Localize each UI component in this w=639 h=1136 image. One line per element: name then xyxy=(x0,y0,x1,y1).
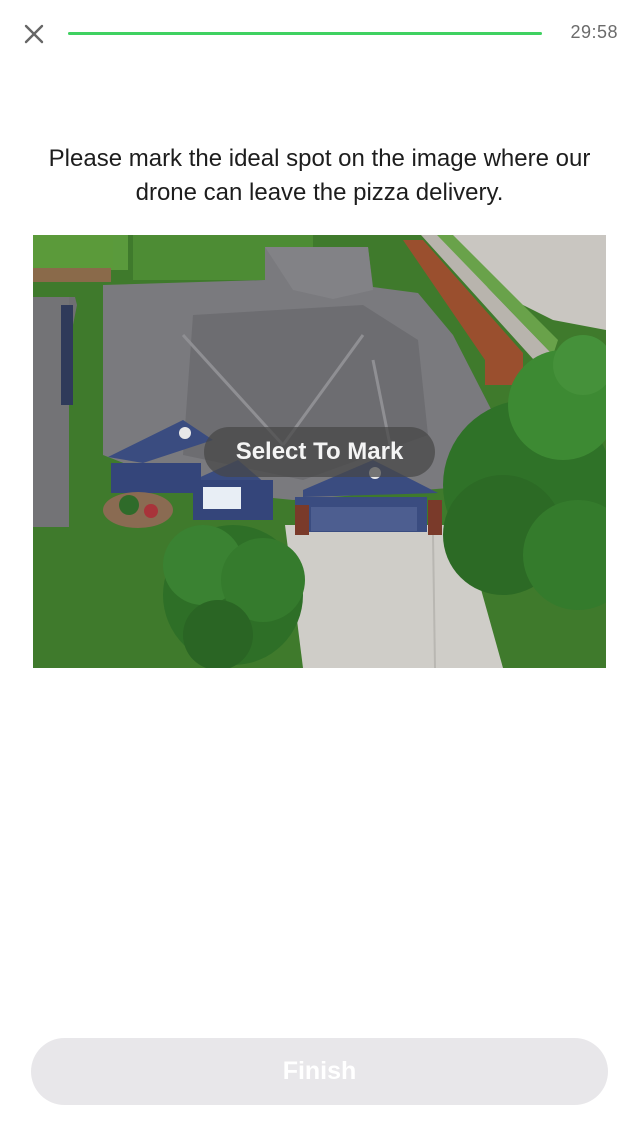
finish-button[interactable]: Finish xyxy=(31,1038,608,1105)
countdown-timer: 29:58 xyxy=(570,22,618,42)
select-to-mark-overlay[interactable]: Select To Mark xyxy=(204,427,435,477)
close-button[interactable] xyxy=(18,18,50,50)
top-bar: 29:58 xyxy=(0,0,639,70)
progress-fill xyxy=(68,32,542,35)
progress-bar xyxy=(68,32,542,35)
task-prompt: Please mark the ideal spot on the image … xyxy=(48,145,591,206)
close-icon xyxy=(24,24,44,44)
